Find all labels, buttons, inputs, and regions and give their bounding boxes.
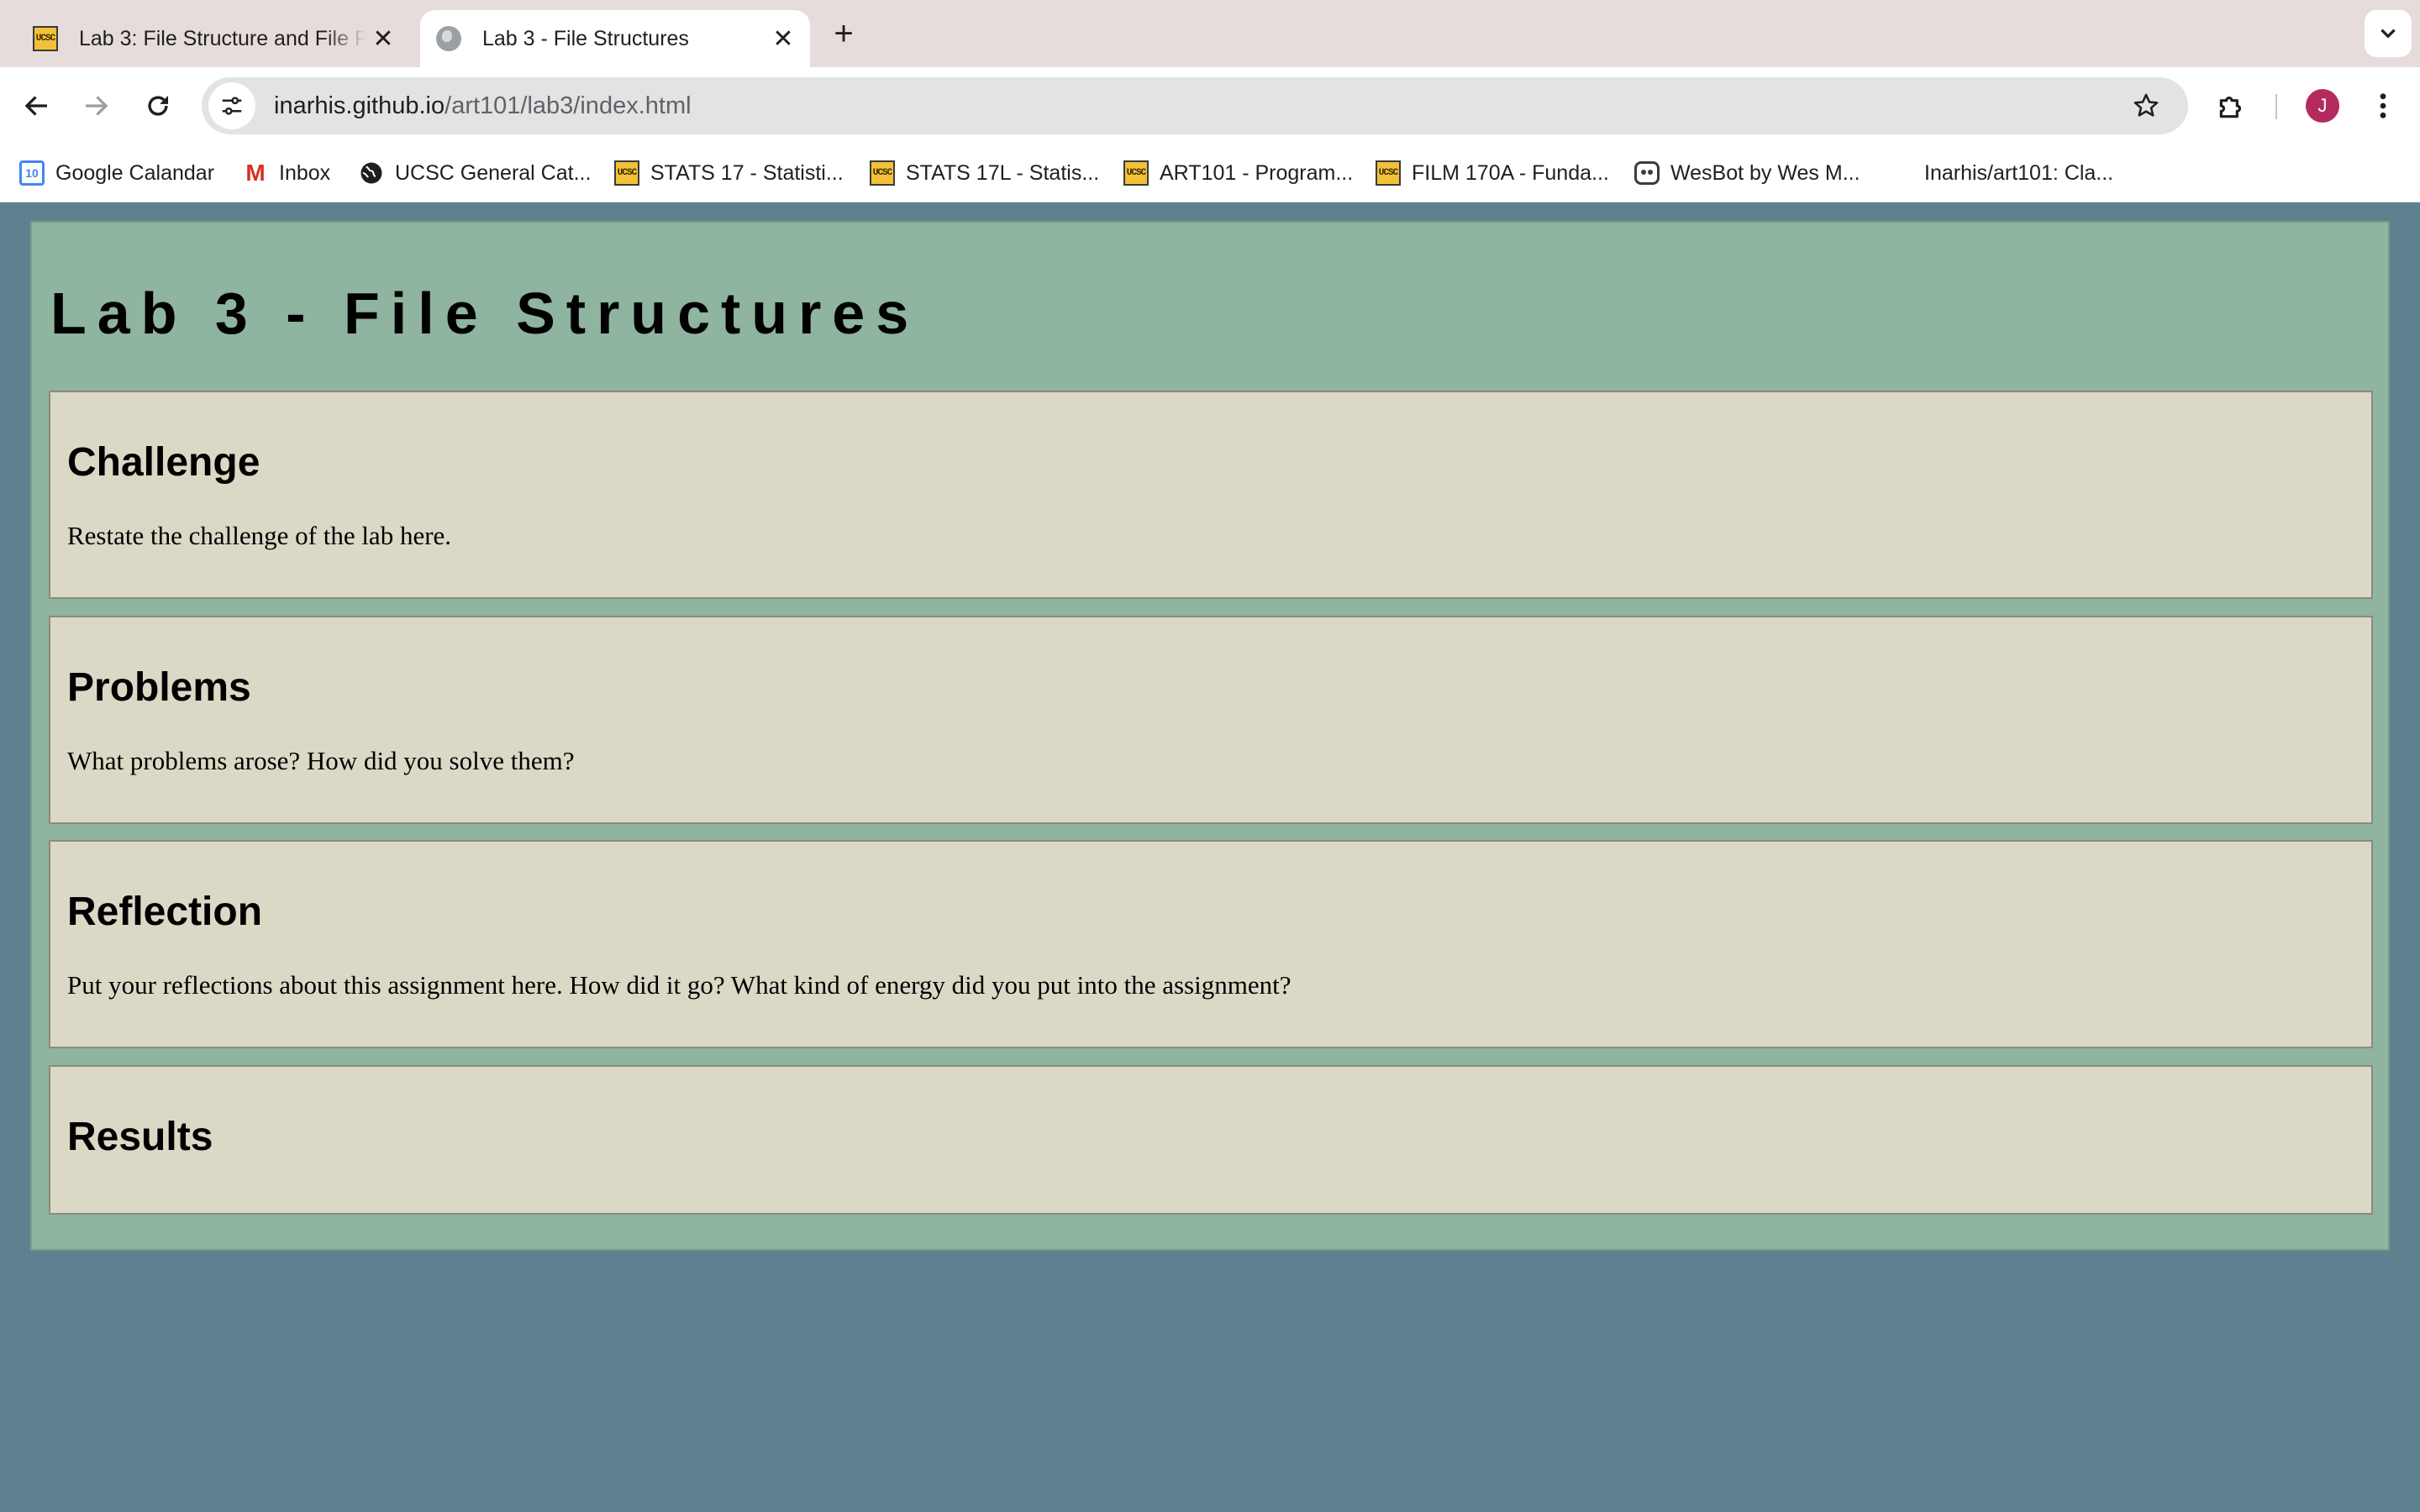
section-problems: Problems What problems arose? How did yo… [49, 616, 2373, 824]
robot-icon [1634, 160, 1660, 186]
bookmark-label: UCSC General Cat... [395, 160, 592, 185]
bookmark-stats-17[interactable]: UCSC STATS 17 - Statisti... [613, 156, 844, 190]
extensions-puzzle-icon[interactable] [2212, 86, 2252, 126]
page-viewport: Lab 3 - File Structures Challenge Restat… [0, 202, 2420, 1512]
bookmark-stats-17l[interactable]: UCSC STATS 17L - Statis... [869, 156, 1099, 190]
bookmark-art101[interactable]: UCSC ART101 - Program... [1123, 156, 1353, 190]
section-challenge: Challenge Restate the challenge of the l… [49, 391, 2373, 599]
forward-button[interactable] [76, 86, 116, 126]
calendar-icon: 10 [18, 160, 45, 186]
bookmark-label: Inbox [279, 160, 331, 185]
browser-chrome: UCSC Lab 3: File Structure and File Path… [0, 0, 2420, 202]
tab-title: Lab 3 - File Structures [482, 26, 689, 50]
section-body: What problems arose? How did you solve t… [67, 746, 575, 775]
close-icon[interactable]: ✕ [366, 22, 400, 55]
chevron-down-icon[interactable] [2365, 10, 2412, 57]
bookmark-inbox[interactable]: M Inbox [242, 156, 330, 190]
section-reflection: Reflection Put your reflections about th… [49, 840, 2373, 1048]
section-heading: Challenge [67, 440, 260, 485]
gmail-icon: M [245, 160, 266, 186]
url-host: inarhis.github.io [274, 92, 445, 119]
browser-toolbar: inarhis.github.io/art101/lab3/index.html… [0, 67, 2420, 144]
tab-lab3-file-structure-and-file-paths[interactable]: UCSC Lab 3: File Structure and File Path… [22, 10, 410, 67]
reload-button[interactable] [138, 86, 178, 126]
section-heading: Results [67, 1115, 213, 1159]
section-heading: Problems [67, 665, 251, 710]
section-body: Put your reflections about this assignme… [67, 970, 1292, 1000]
site-settings-icon[interactable] [208, 82, 255, 129]
globe-icon [358, 160, 385, 186]
bookmark-inarhis-art101[interactable]: Inarhis/art101: Cla... [1887, 156, 2113, 190]
tab-lab3-file-structures[interactable]: Lab 3 - File Structures ✕ [420, 10, 810, 67]
bookmark-label: Google Calandar [55, 160, 215, 185]
bookmarks-bar: 10 Google Calandar M Inbox UCSC General … [0, 144, 2420, 202]
section-heading: Reflection [67, 890, 263, 934]
new-tab-button[interactable]: + [825, 15, 862, 52]
tab-title: Lab 3: File Structure and File Paths [79, 26, 366, 50]
bookmark-google-calendar[interactable]: 10 Google Calandar [18, 156, 214, 190]
ucsc-icon: UCSC [1375, 160, 1402, 186]
ucsc-icon: UCSC [613, 160, 640, 186]
ucsc-icon: UCSC [869, 160, 896, 186]
url-path: /art101/lab3/index.html [445, 92, 692, 119]
github-icon [1887, 160, 1914, 186]
section-body: Restate the challenge of the lab here. [67, 521, 452, 550]
main-container: Lab 3 - File Structures Challenge Restat… [30, 221, 2390, 1251]
ucsc-icon: UCSC [32, 25, 59, 52]
globe-icon [435, 25, 462, 52]
tab-strip: UCSC Lab 3: File Structure and File Path… [0, 0, 2420, 67]
page-title: Lab 3 - File Structures [50, 281, 920, 346]
ucsc-icon: UCSC [1123, 160, 1150, 186]
section-results: Results [49, 1065, 2373, 1215]
more-menu-icon[interactable] [2368, 86, 2398, 126]
address-bar[interactable]: inarhis.github.io/art101/lab3/index.html [202, 77, 2188, 134]
profile-avatar[interactable]: J [2306, 89, 2339, 123]
back-button[interactable] [17, 86, 57, 126]
back-arrow-icon [24, 96, 47, 116]
toolbar-divider [2275, 94, 2277, 119]
reload-icon [148, 96, 169, 116]
bookmark-label: STATS 17 - Statisti... [650, 160, 844, 185]
close-icon[interactable]: ✕ [766, 22, 800, 55]
bookmark-star-icon[interactable] [2128, 87, 2165, 124]
bookmark-label: FILM 170A - Funda... [1412, 160, 1609, 185]
bookmark-label: WesBot by Wes M... [1670, 160, 1860, 185]
url-text: inarhis.github.io/art101/lab3/index.html [274, 92, 692, 120]
bookmark-label: Inarhis/art101: Cla... [1924, 160, 2114, 185]
bookmark-ucsc-general-catalog[interactable]: UCSC General Cat... [358, 156, 591, 190]
forward-arrow-icon [86, 96, 108, 116]
bookmark-film-170a[interactable]: UCSC FILM 170A - Funda... [1375, 156, 1609, 190]
bookmark-label: STATS 17L - Statis... [906, 160, 1100, 185]
bookmark-label: ART101 - Program... [1160, 160, 1354, 185]
bookmark-wesbot[interactable]: WesBot by Wes M... [1634, 156, 1860, 190]
